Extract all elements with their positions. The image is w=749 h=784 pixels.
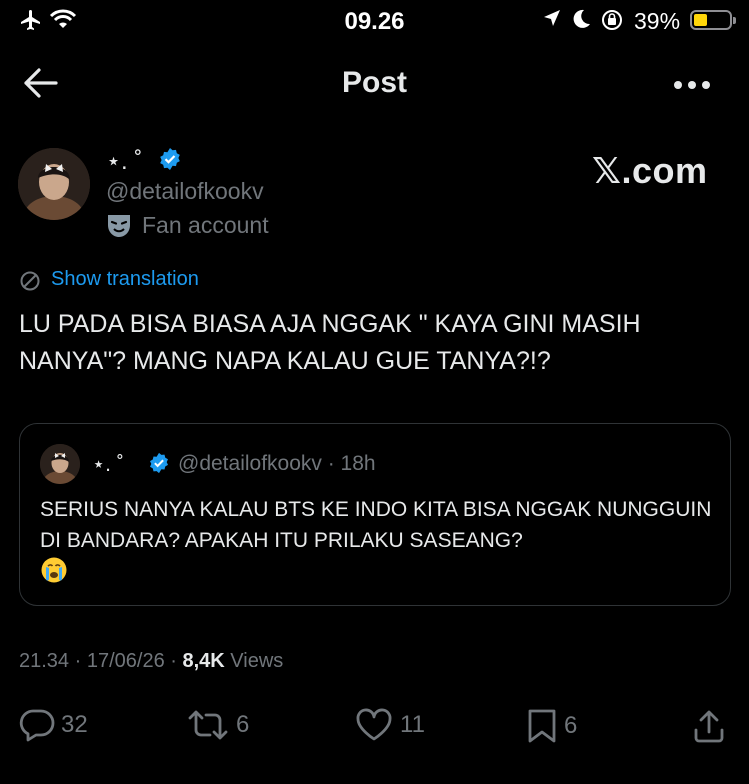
orientation-lock-icon [600, 8, 624, 37]
status-bar: 09.26 39% [0, 0, 749, 44]
post-meta: 21.34 · 17/06/26 · 8,4K Views [19, 650, 284, 672]
quote-verified-badge-icon [148, 452, 170, 479]
battery-fill [694, 14, 707, 26]
bookmark-icon [528, 709, 556, 743]
author-name[interactable]: ⋆. ˚ [106, 147, 142, 176]
location-icon [542, 8, 562, 35]
bookmark-button[interactable]: 6 [526, 708, 577, 744]
battery-nub [733, 17, 736, 24]
xcom-watermark: 𝕏.com [592, 150, 708, 191]
avatar[interactable] [18, 148, 90, 220]
more-icon[interactable] [672, 78, 712, 96]
views-count: 8,4K [182, 650, 225, 672]
repost-count: 6 [236, 711, 250, 738]
crying-face-icon [41, 557, 67, 583]
views-label: Views [230, 650, 284, 672]
post-text: LU PADA BISA BIASA AJA NGGAK " KAYA GINI… [19, 310, 641, 375]
repost-button[interactable]: 6 [186, 708, 249, 742]
author-handle[interactable]: @detailofkookv [106, 178, 264, 205]
show-translation-link[interactable]: Show translation [51, 268, 199, 291]
verified-badge-icon [158, 147, 182, 176]
repost-icon [188, 710, 228, 740]
quoted-post[interactable]: ⋆. ˚ @detailofkookv · 18h SERIUS NANYA K… [19, 423, 731, 606]
post-time: 21.34 [19, 650, 70, 672]
moon-icon [570, 8, 592, 35]
battery-percentage: 39% [634, 8, 681, 34]
reply-count: 32 [61, 711, 88, 738]
reply-button[interactable]: 32 [19, 708, 88, 742]
translation-globe-icon [19, 270, 41, 297]
post-date: 17/06/26 [86, 650, 165, 672]
quote-avatar [40, 444, 80, 484]
crying-face-emoji [40, 556, 68, 589]
quote-author-name: ⋆. ˚ [92, 453, 124, 476]
share-icon [694, 710, 724, 743]
heart-icon [356, 708, 392, 741]
battery-icon [690, 10, 736, 30]
mask-icon [106, 212, 132, 245]
share-button[interactable] [692, 708, 726, 744]
like-button[interactable]: 11 [354, 708, 425, 742]
quote-handle-time: @detailofkookv · 18h [178, 452, 376, 475]
like-count: 11 [400, 711, 425, 738]
reply-icon [19, 709, 55, 742]
bookmark-count: 6 [564, 712, 578, 739]
page-title: Post [341, 66, 407, 99]
quote-text: SERIUS NANYA KALAU BTS KE INDO KITA BISA… [40, 498, 712, 552]
fan-account-label: Fan account [142, 212, 269, 238]
